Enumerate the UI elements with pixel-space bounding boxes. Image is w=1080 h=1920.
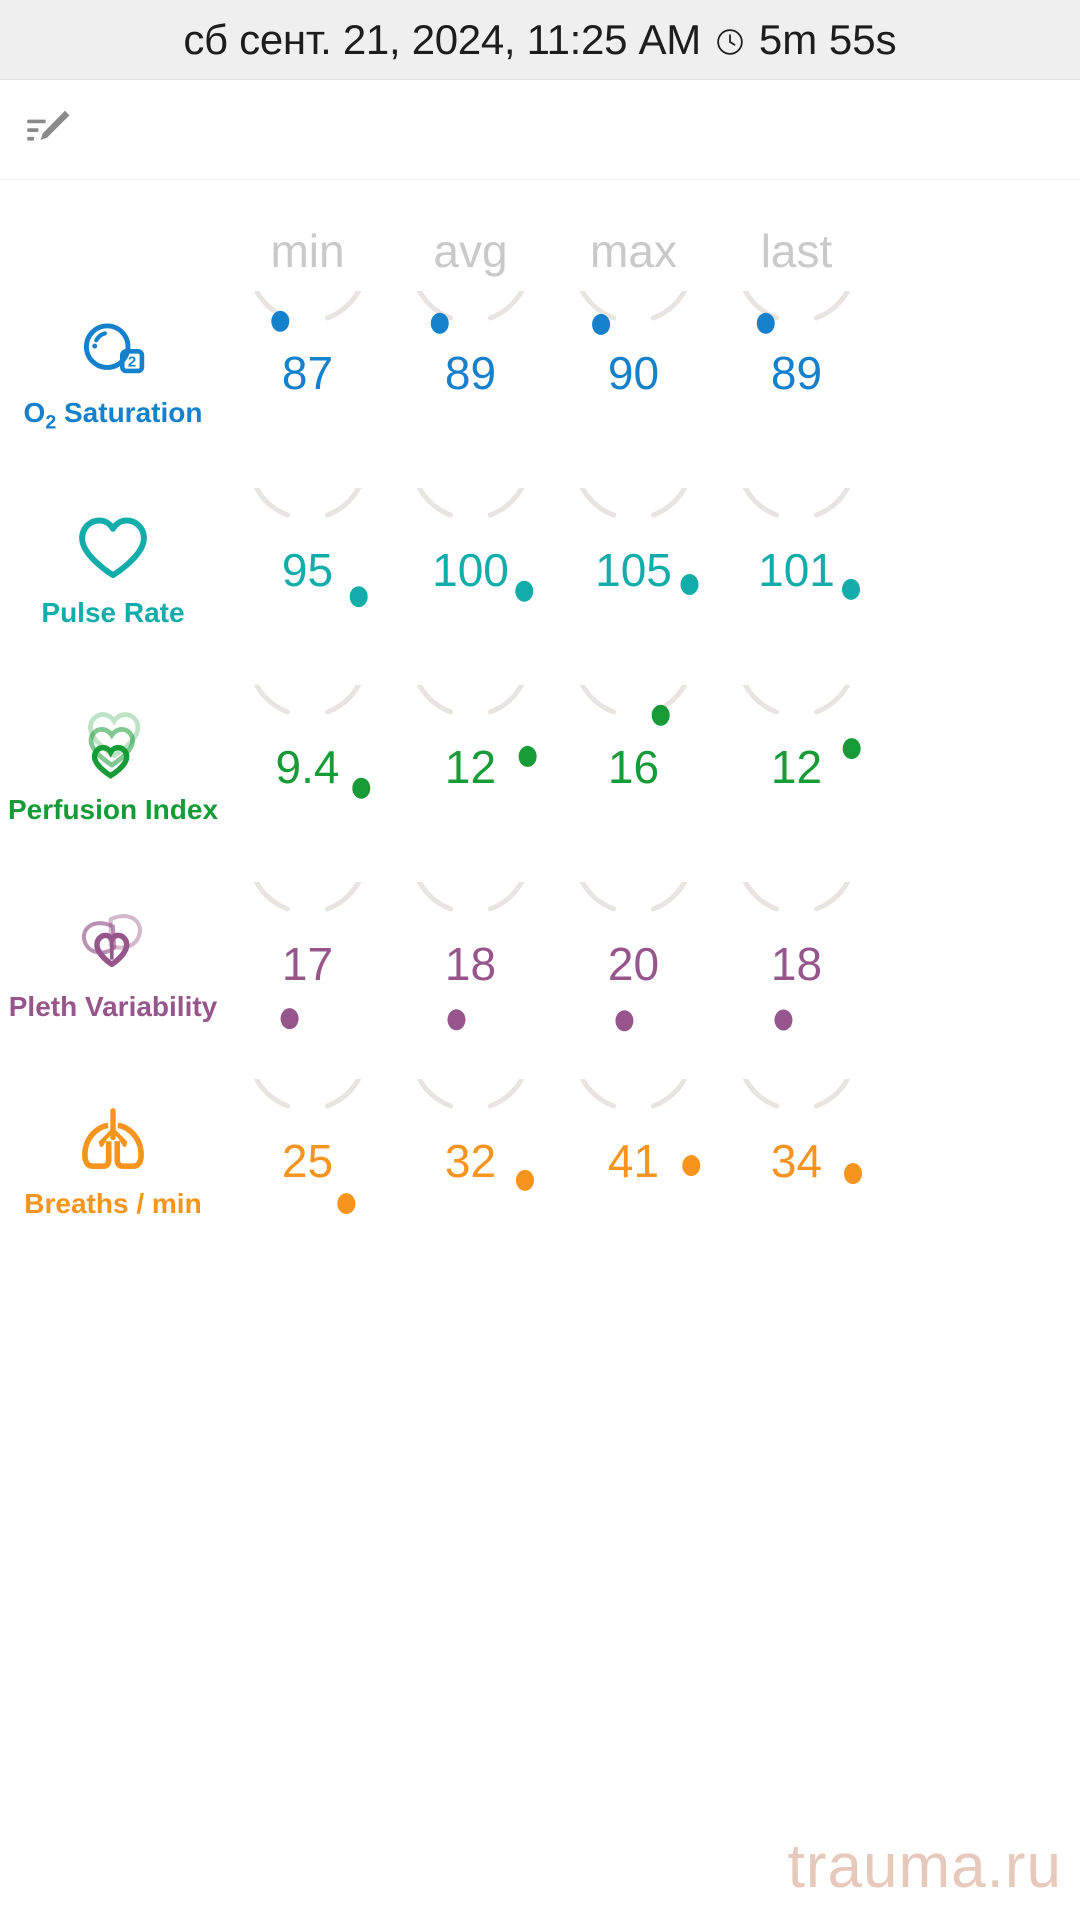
column-header-avg: avg [433,225,508,277]
metric-cell[interactable]: 17 [226,882,389,1045]
metric-cell[interactable]: 32 [389,1079,552,1242]
gauge-value: 20 [607,937,660,990]
gauge-min: 95 [226,488,389,651]
o2-bubble-icon: 2 [76,311,150,387]
gauge-avg: 18 [389,882,552,1045]
metric-cell[interactable]: 12 [715,685,878,848]
gauge-value: 89 [444,346,497,399]
metric-cell[interactable]: 90 [552,291,715,454]
metric-row: Pleth Variability 17 18 20 18 [0,865,1080,1062]
metric-cell[interactable]: 9.4 [226,685,389,848]
metric-cell[interactable]: 16 [552,685,715,848]
gauge-avg: 89 [389,291,552,454]
gauge-last: 101 [715,488,878,651]
site-watermark: trauma.ru [787,1832,1062,1901]
gauge-value: 17 [281,937,334,990]
svg-text:2: 2 [128,353,136,370]
gauge-max: 41 [552,1079,715,1242]
metric-cell[interactable]: 105 [552,488,715,651]
gauge-max: 90 [552,291,715,454]
gauge-avg: 32 [389,1079,552,1242]
gauge-value: 90 [607,346,660,399]
gauge-value: 18 [770,937,823,990]
gauge-value: 9.4 [275,740,340,793]
metric-row: Breaths / min 25 32 41 34 [0,1062,1080,1259]
column-header-last: last [760,225,833,277]
gauge-last: 89 [715,291,878,454]
gauge-value: 89 [770,346,823,399]
note-edit-icon[interactable] [24,104,76,156]
gauge-avg: 12 [389,685,552,848]
gauge-last: 34 [715,1079,878,1242]
metric-cell[interactable]: 25 [226,1079,389,1242]
heart-outline-icon [75,511,151,587]
gauge-value: 34 [770,1134,823,1187]
metric-name: Breaths / min [24,1187,202,1219]
gauge-min: 17 [226,882,389,1045]
column-header-row: min avg max last [0,186,1080,274]
metric-name: Pulse Rate [41,596,185,628]
gauge-max: 20 [552,882,715,1045]
gauge-value: 41 [607,1134,660,1187]
gauge-value: 87 [281,346,334,399]
metric-cell[interactable]: 18 [715,882,878,1045]
screen-root: сб сент. 21, 2024, 11:25 AM 5m 55s min a… [0,0,1080,1920]
gauge-value: 32 [444,1134,497,1187]
lungs-icon [74,1102,152,1178]
metric-label-group: Pleth Variability [0,905,226,1023]
gauge-value: 101 [758,543,835,596]
metric-cell[interactable]: 95 [226,488,389,651]
gauge-last: 12 [715,685,878,848]
metric-cell[interactable]: 101 [715,488,878,651]
clock-icon [715,27,745,57]
gauge-value: 18 [444,937,497,990]
gauge-value: 16 [607,740,660,793]
metric-label-group: 2 O2 Saturation [0,311,226,435]
metric-row: Perfusion Index 9.4 12 16 12 [0,668,1080,865]
metric-name: O2 Saturation [23,396,203,434]
note-toolbar [0,80,1080,180]
gauge-value: 12 [770,740,823,793]
gauge-min: 25 [226,1079,389,1242]
metric-cell[interactable]: 89 [715,291,878,454]
gauge-max: 16 [552,685,715,848]
gauge-value: 100 [432,543,509,596]
gauge-last: 18 [715,882,878,1045]
gauge-min: 87 [226,291,389,454]
metric-row: 2 O2 Saturation 87 89 90 89 [0,274,1080,471]
triple-heart-icon [75,708,151,784]
metric-cell[interactable]: 12 [389,685,552,848]
session-duration: 5m 55s [758,15,897,63]
gauge-max: 105 [552,488,715,651]
metric-cell[interactable]: 89 [389,291,552,454]
column-header-max: max [590,225,677,277]
metric-label-group: Breaths / min [0,1102,226,1220]
metric-cell[interactable]: 87 [226,291,389,454]
metric-label-group: Perfusion Index [0,708,226,826]
session-datetime: сб сент. 21, 2024, 11:25 AM [183,15,701,63]
gauge-value: 25 [281,1134,334,1187]
gauge-avg: 100 [389,488,552,651]
session-header: сб сент. 21, 2024, 11:25 AM 5m 55s [0,0,1080,80]
metric-cell[interactable]: 20 [552,882,715,1045]
double-heart-outline-icon [75,905,151,981]
gauge-value: 12 [444,740,497,793]
metric-row: Pulse Rate 95 100 105 101 [0,471,1080,668]
gauge-value: 105 [595,543,672,596]
metric-rows: 2 O2 Saturation 87 89 90 89 Pulse Rate 9… [0,274,1080,1259]
metrics-table: min avg max last 2 O2 Saturation 87 89 9… [0,180,1080,1259]
column-header-min: min [270,225,345,277]
metric-cell[interactable]: 100 [389,488,552,651]
metric-cell[interactable]: 34 [715,1079,878,1242]
metric-cell[interactable]: 41 [552,1079,715,1242]
metric-cell[interactable]: 18 [389,882,552,1045]
gauge-value: 95 [281,543,334,596]
gauge-min: 9.4 [226,685,389,848]
metric-label-group: Pulse Rate [0,511,226,629]
metric-name: Pleth Variability [8,990,218,1022]
metric-name: Perfusion Index [7,793,219,825]
